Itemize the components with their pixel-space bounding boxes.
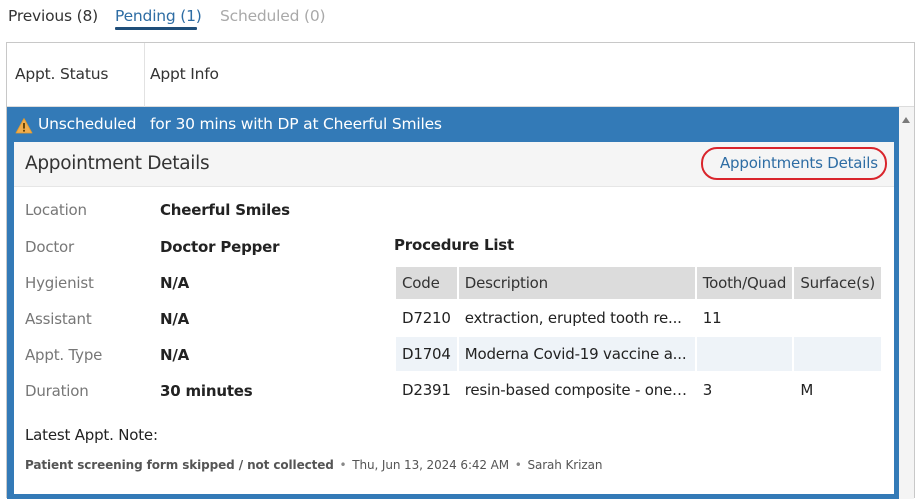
note-timestamp: Thu, Jun 13, 2024 6:42 AM xyxy=(352,458,510,472)
procedure-header-description: Description xyxy=(458,267,697,299)
tab-pending[interactable]: Pending (1) xyxy=(115,7,202,25)
assistant-value: N/A xyxy=(160,310,190,328)
location-label: Location xyxy=(25,201,87,219)
latest-note: Patient screening form skipped / not col… xyxy=(25,458,602,472)
procedure-header-code: Code xyxy=(396,267,459,299)
procedure-tooth xyxy=(696,335,795,371)
procedure-table-header: Code Description Tooth/Quad Surface(s) xyxy=(396,267,881,299)
appt-type-value: N/A xyxy=(160,346,190,364)
procedure-header-tooth: Tooth/Quad xyxy=(696,267,795,299)
hygienist-value: N/A xyxy=(160,274,190,292)
appointments-details-link[interactable]: Appointments Details xyxy=(720,154,878,172)
note-text: Patient screening form skipped / not col… xyxy=(25,458,334,472)
vertical-scrollbar[interactable] xyxy=(899,107,914,499)
procedure-header-surface: Surface(s) xyxy=(794,267,881,299)
note-separator: • xyxy=(339,458,347,472)
procedure-surface: M xyxy=(794,371,881,407)
duration-label: Duration xyxy=(25,382,89,400)
note-author: Sarah Krizan xyxy=(527,458,603,472)
table-row: D1704 Moderna Covid-19 vaccine a... xyxy=(396,335,881,371)
procedure-tooth: 11 xyxy=(696,299,795,335)
active-tab-indicator xyxy=(115,27,197,30)
procedure-description: Moderna Covid-19 vaccine a... xyxy=(458,335,697,371)
scroll-up-arrow-icon[interactable] xyxy=(902,117,910,123)
procedure-description: resin-based composite - one ... xyxy=(458,371,697,407)
doctor-label: Doctor xyxy=(25,238,75,256)
warning-icon xyxy=(15,118,33,134)
column-header-info[interactable]: Appt Info xyxy=(150,65,219,83)
tab-scheduled[interactable]: Scheduled (0) xyxy=(220,7,326,25)
table-header: Appt. Status Appt Info xyxy=(7,43,914,107)
assistant-label: Assistant xyxy=(25,310,92,328)
procedure-description: extraction, erupted tooth re... xyxy=(458,299,697,335)
note-separator: • xyxy=(514,458,522,472)
procedure-code: D2391 xyxy=(396,371,459,407)
duration-value: 30 minutes xyxy=(160,382,253,400)
tab-previous[interactable]: Previous (8) xyxy=(8,7,98,25)
appt-type-label: Appt. Type xyxy=(25,346,103,364)
procedure-tooth: 3 xyxy=(696,371,795,407)
appointment-status: Unscheduled xyxy=(38,115,137,133)
location-value: Cheerful Smiles xyxy=(160,201,290,219)
column-divider xyxy=(144,43,145,107)
doctor-value: Doctor Pepper xyxy=(160,238,280,256)
procedure-code: D7210 xyxy=(396,299,459,335)
appointment-summary: for 30 mins with DP at Cheerful Smiles xyxy=(150,115,442,133)
hygienist-label: Hygienist xyxy=(25,274,94,292)
table-row: D7210 extraction, erupted tooth re... 11 xyxy=(396,299,881,335)
procedure-table: Code Description Tooth/Quad Surface(s) D… xyxy=(396,267,881,407)
details-header: Appointment Details Appointments Details xyxy=(14,142,894,187)
appointment-tabs: Previous (8) Pending (1) Scheduled (0) xyxy=(0,0,917,42)
appointment-row[interactable]: Unscheduled for 30 mins with DP at Cheer… xyxy=(7,107,899,499)
procedure-code: D1704 xyxy=(396,335,459,371)
procedure-list-title: Procedure List xyxy=(394,236,514,254)
table-row: D2391 resin-based composite - one ... 3 … xyxy=(396,371,881,407)
column-header-status[interactable]: Appt. Status xyxy=(15,65,108,83)
appointments-panel: Appt. Status Appt Info Unscheduled for 3… xyxy=(6,42,915,499)
appointment-details-card: Appointment Details Appointments Details… xyxy=(14,142,894,494)
procedure-surface xyxy=(794,335,881,371)
details-title: Appointment Details xyxy=(25,153,210,174)
procedure-surface xyxy=(794,299,881,335)
latest-note-label: Latest Appt. Note: xyxy=(25,426,158,444)
